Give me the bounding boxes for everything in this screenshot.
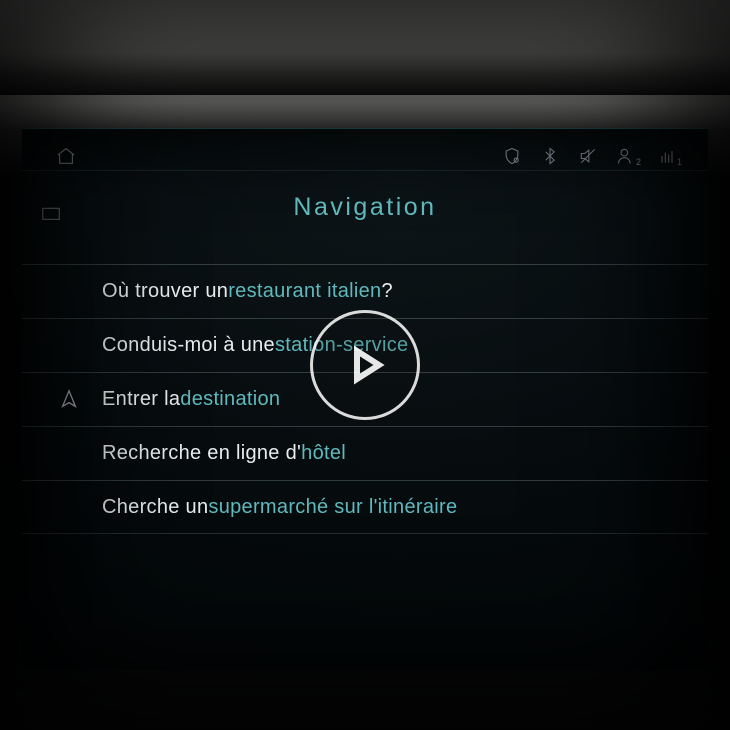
back-icon[interactable]	[40, 201, 64, 225]
list-item[interactable]: Cherche un supermarché sur l'itinéraire	[22, 480, 708, 534]
mute-icon[interactable]	[576, 144, 600, 168]
row-text-prefix: Cherche un	[102, 496, 208, 519]
row-text-highlight: supermarché sur l'itinéraire	[208, 496, 457, 519]
play-icon	[341, 341, 389, 389]
row-text-prefix: Conduis-moi à une	[102, 334, 275, 357]
list-item[interactable]: Recherche en ligne d' hôtel	[22, 426, 708, 480]
bluetooth-icon[interactable]	[538, 144, 562, 168]
home-icon[interactable]	[54, 144, 78, 168]
row-text-prefix: Entrer la	[102, 388, 180, 411]
user-profile-badge: 2	[636, 157, 641, 167]
page-title: Navigation	[22, 193, 708, 222]
row-text-suffix: ?	[381, 280, 392, 303]
row-text-prefix: Où trouver un	[102, 280, 228, 303]
device-frame: 2 1 Navigation Où trouver un restaurant …	[0, 0, 730, 730]
privacy-location-icon[interactable]	[500, 144, 524, 168]
play-button[interactable]	[310, 310, 420, 420]
row-text-highlight: restaurant italien	[228, 280, 381, 303]
bezel-top	[0, 0, 730, 95]
row-text-prefix: Recherche en ligne d'	[102, 442, 301, 465]
signal-level-label: 1	[677, 157, 682, 167]
row-text-highlight: hôtel	[301, 442, 346, 465]
status-bar: 2 1	[22, 141, 708, 171]
row-text-highlight: destination	[180, 388, 280, 411]
user-profile-icon[interactable]	[614, 144, 638, 168]
signal-icon[interactable]	[655, 144, 679, 168]
navigate-arrow-icon	[58, 388, 82, 412]
